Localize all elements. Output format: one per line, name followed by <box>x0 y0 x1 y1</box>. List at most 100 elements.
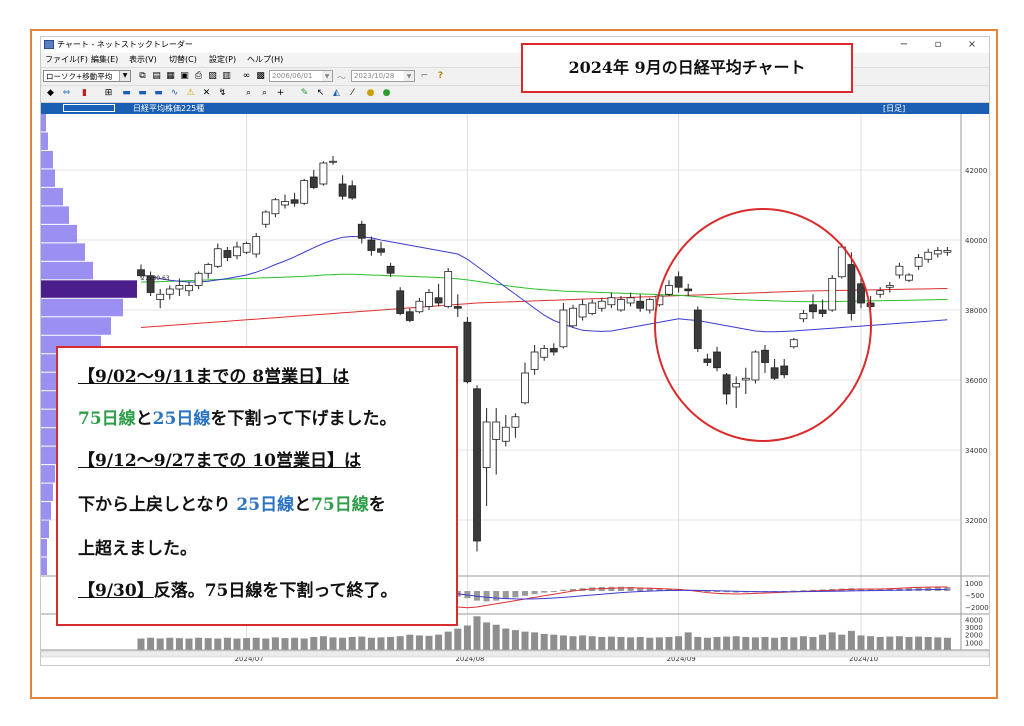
candle-body <box>386 265 395 274</box>
compare-icon[interactable]: ▦ <box>165 71 176 82</box>
magnet-icon[interactable]: ● <box>365 88 376 99</box>
price-tick-label: 32000 <box>965 517 987 525</box>
chart-type-value: ローソク+移動平均 <box>46 72 113 81</box>
volume-bar <box>223 637 231 650</box>
chart-period: [日足] <box>883 104 906 113</box>
volume-bar <box>838 634 846 650</box>
volume-bar <box>540 633 548 650</box>
candle-icon[interactable]: ▮ <box>79 88 90 99</box>
volume-bar <box>425 635 433 650</box>
volume-profile-bar <box>41 150 53 169</box>
candle-body <box>885 285 894 288</box>
note-line-6: 【9/30】反落。75日線を下割って終了。 <box>78 576 398 601</box>
menu-switch[interactable]: 切替(C) <box>169 53 197 66</box>
candle-body <box>617 299 625 311</box>
copy-icon[interactable]: ⧉ <box>137 71 148 82</box>
shift-icon[interactable]: ⇔ <box>61 88 72 99</box>
layout-icon[interactable]: ▤ <box>151 71 162 82</box>
volume-bar <box>204 638 212 650</box>
candle-body <box>540 348 549 358</box>
zoom-icon[interactable]: ⌕ <box>243 88 254 99</box>
candle-body <box>943 250 952 253</box>
candle-body <box>741 377 750 381</box>
date-from-field[interactable]: 2006/06/01 ▼ <box>269 70 333 82</box>
chevron-down-icon: ▼ <box>404 71 414 81</box>
indicator-icon[interactable]: ⊞ <box>103 88 114 99</box>
menu-view[interactable]: 表示(V) <box>129 53 157 66</box>
calendar-icon[interactable]: ▩ <box>255 71 266 82</box>
volume-bar <box>742 636 750 650</box>
candle-body <box>799 313 808 320</box>
note-text: 反落。75日線を下割って終了。 <box>153 581 398 601</box>
volume-bar <box>454 628 462 650</box>
candle-body <box>377 248 385 253</box>
bollinger-icon[interactable]: ▬ <box>137 88 148 99</box>
chart-title-callout: 2024年 9月の日経平均チャート <box>521 43 853 93</box>
minimize-button[interactable]: − <box>887 37 921 53</box>
candle-body <box>175 285 184 290</box>
pen-icon[interactable]: ✎ <box>299 88 310 99</box>
crosshair-icon[interactable]: + <box>275 88 286 99</box>
volume-bar <box>732 636 740 650</box>
volume-bar <box>579 635 587 650</box>
volume-bar <box>367 637 375 650</box>
search-icon[interactable]: ⌕ <box>259 88 270 99</box>
window-icon[interactable]: ▣ <box>179 71 190 82</box>
volume-bar <box>233 638 241 650</box>
volume-bar <box>886 636 894 650</box>
save-icon[interactable]: ▥ <box>221 71 232 82</box>
candle-body <box>789 339 798 348</box>
volume-profile-bar <box>41 539 47 557</box>
color-icon[interactable]: ● <box>381 88 392 99</box>
volume-icon[interactable]: ▬ <box>153 88 164 99</box>
help-button[interactable]: ? <box>435 71 446 82</box>
menu-settings[interactable]: 設定(P) <box>209 53 236 66</box>
menu-file[interactable]: ファイル(F) <box>45 53 88 66</box>
candle-body <box>809 304 817 313</box>
note-and: と <box>294 495 312 515</box>
candle-body <box>847 264 856 314</box>
export-icon[interactable]: ▧ <box>207 71 218 82</box>
volume-bar <box>665 636 673 650</box>
date-from-value: 2006/06/01 <box>272 72 313 80</box>
ma25-label: 25日線 <box>236 495 295 515</box>
horizontal-scrollbar <box>41 650 989 658</box>
alert-icon[interactable]: ⚠ <box>185 88 196 99</box>
volume-bar <box>847 630 855 650</box>
volume-bar <box>876 636 884 650</box>
ma75-label: 75日線 <box>311 495 369 515</box>
ma25-label: 25日線 <box>152 409 211 429</box>
chart-type-select[interactable]: ローソク+移動平均 ▼ <box>43 70 131 82</box>
candle-body <box>271 199 280 215</box>
close-button[interactable]: × <box>955 37 989 53</box>
maximize-button[interactable]: ▫ <box>921 37 955 53</box>
link-icon[interactable]: ∞ <box>241 71 252 82</box>
macd-histogram-bar <box>618 586 624 591</box>
ma-icon[interactable]: ▬ <box>121 88 132 99</box>
line-icon[interactable]: ⁄ <box>347 88 358 99</box>
candle-body <box>818 309 827 314</box>
volume-bar <box>281 638 289 650</box>
candle-body <box>156 293 165 300</box>
tool-icon[interactable]: ✕ <box>201 88 212 99</box>
menu-edit[interactable]: 編集(E) <box>91 53 118 66</box>
volume-bar <box>569 636 577 650</box>
pointer-icon[interactable]: ↖ <box>315 88 326 99</box>
scroll-left-right-icon[interactable]: ◆ <box>45 88 56 99</box>
arrow-tool-icon[interactable]: ↯ <box>217 88 228 99</box>
note-text: を下割って下げました。 <box>210 409 397 429</box>
volume-bar <box>319 636 327 650</box>
print-icon[interactable]: ⎙ <box>193 71 204 82</box>
candle-body <box>233 246 241 257</box>
eraser-icon[interactable]: ◭ <box>331 88 342 99</box>
date-to-field[interactable]: 2023/10/28 ▼ <box>351 70 415 82</box>
symbol-box[interactable] <box>63 104 115 112</box>
volume-bar <box>300 638 308 650</box>
volume-profile-bar <box>41 557 47 575</box>
volume-profile-bar <box>41 224 77 243</box>
wave-icon[interactable]: ∿ <box>169 88 180 99</box>
menu-help[interactable]: ヘルプ(H) <box>247 53 283 66</box>
note-and: と <box>135 409 153 429</box>
range-icon[interactable]: ⌐ <box>419 71 430 82</box>
volume-bar <box>559 635 567 650</box>
